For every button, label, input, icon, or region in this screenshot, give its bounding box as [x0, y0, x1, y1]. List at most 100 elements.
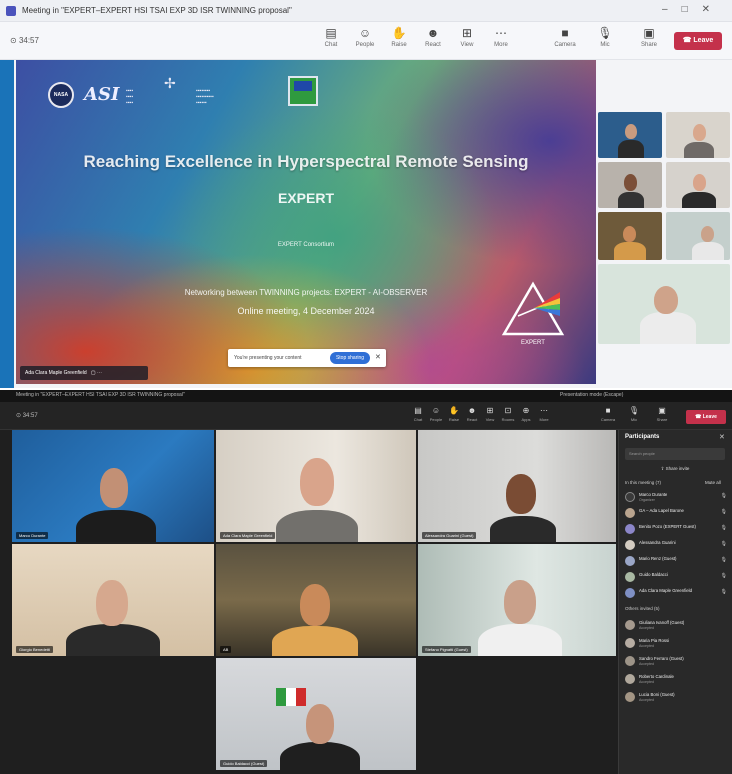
participant-row[interactable]: Marco Durante Organizer 🎙	[625, 490, 729, 504]
video-tile[interactable]: Marco Durante	[12, 430, 214, 542]
more-button[interactable]: ⋯ More	[536, 406, 552, 422]
chat-button[interactable]: ▤ Chat	[318, 26, 344, 48]
share-button[interactable]: ▣ Share	[636, 26, 662, 48]
view-icon: ⊞	[461, 26, 473, 40]
participant-thumbnail[interactable]	[598, 112, 662, 158]
expert-prism-logo: EXPERT	[501, 281, 565, 346]
video-tile[interactable]: Stefano Pignatti (Guest)	[418, 544, 616, 656]
more-icon: ⋯	[540, 406, 548, 415]
video-tile[interactable]: Guido Baldacci (Guest)	[216, 658, 416, 770]
stop-sharing-button[interactable]: Stop sharing	[330, 352, 370, 364]
leave-button[interactable]: ☎ Leave	[674, 32, 722, 50]
invited-row[interactable]: Sandro Ferraro (Guest) Accepted	[625, 654, 729, 668]
avatar	[625, 588, 635, 598]
invited-row[interactable]: Roberto Cardinale Accepted	[625, 672, 729, 686]
presenter-name-tag: Ada Clara Maple Greenfield ▢ ⋯	[20, 366, 148, 380]
people-icon: ☺	[358, 26, 372, 40]
react-button[interactable]: ☻ React	[464, 406, 480, 422]
close-icon[interactable]: ✕	[375, 353, 381, 361]
participant-thumbnail[interactable]	[598, 212, 662, 260]
invited-row[interactable]: Maria Pia Rossi Accepted	[625, 636, 729, 650]
participant-thumbnail[interactable]	[666, 212, 730, 260]
participant-thumbnail[interactable]	[598, 162, 662, 208]
apps-button[interactable]: ⊕ Apps	[518, 406, 534, 422]
participant-row[interactable]: Alessandra Guarini 🎙	[625, 538, 729, 552]
avatar	[625, 674, 635, 684]
participant-row[interactable]: Benito Pozo (EXPERT Guest) 🎙	[625, 522, 729, 536]
presentation-mode-hint: Presentation mode (Escape)	[560, 392, 624, 398]
participants-title: Participants	[625, 434, 660, 440]
presentation-window: Meeting in "EXPERT–EXPERT HSI TSAI EXP 3…	[0, 0, 732, 388]
invited-row[interactable]: Lucia Boni (Guest) Accepted	[625, 690, 729, 704]
share-button[interactable]: ▣ Share	[654, 406, 670, 422]
gallery-window: Meeting in "EXPERT–EXPERT HSI TSAI EXP 3…	[0, 390, 732, 774]
people-icon: ☺	[431, 406, 441, 415]
view-button[interactable]: ⊞ View	[482, 406, 498, 422]
apps-icon: ⊕	[522, 406, 530, 415]
tile-name-label: Alessandra Guarini (Guest)	[422, 532, 477, 539]
react-button[interactable]: ☻ React	[420, 26, 446, 48]
participants-panel: Participants ✕ Search people ⇪ Share inv…	[618, 430, 732, 774]
raise-hand-icon: ✋	[449, 406, 459, 415]
rooms-button[interactable]: ⊡ Rooms	[500, 406, 516, 422]
share-icon: ▣	[658, 406, 666, 415]
maximize-icon[interactable]: □	[682, 4, 702, 15]
camera-button[interactable]: ■ Camera	[552, 26, 578, 48]
slide-consortium: EXPERT Consortium	[277, 242, 335, 248]
leave-button[interactable]: ☎ Leave	[686, 410, 726, 424]
participant-row[interactable]: Mario Renz (Guest) 🎙	[625, 554, 729, 568]
mic-button[interactable]: 🎙 Mic	[592, 26, 618, 48]
slide-title: Reaching Excellence in Hyperspectral Rem…	[83, 152, 529, 171]
mute-all-button[interactable]: Mute all	[705, 480, 721, 485]
minimize-icon[interactable]: –	[662, 4, 682, 15]
window-controls[interactable]: –□✕	[662, 4, 724, 15]
dlr-logo-mark: ✢	[164, 75, 176, 91]
chat-icon: ▤	[325, 26, 337, 40]
view-button[interactable]: ⊞ View	[454, 26, 480, 48]
bottom-title-bar: Meeting in "EXPERT–EXPERT HSI TSAI EXP 3…	[0, 390, 732, 402]
tile-name-label: Giorgio Benedetti	[16, 646, 53, 653]
more-button[interactable]: ⋯ More	[488, 26, 514, 48]
video-tile[interactable]: Ada Clara Maple Greenfield	[216, 430, 416, 542]
chat-button[interactable]: ▤ Chat	[410, 406, 426, 422]
participant-thumbnail[interactable]	[666, 162, 730, 208]
people-button[interactable]: ☺ People	[352, 26, 378, 48]
meeting-timer: ⊙ 34:57	[16, 413, 38, 419]
video-tile[interactable]: Alessandra Guarini (Guest)	[418, 430, 616, 542]
invited-row[interactable]: Giuliana Ivanoff (Guest) Accepted	[625, 618, 729, 632]
video-tile[interactable]: AB	[216, 544, 416, 656]
mic-icon: 🎙	[597, 26, 613, 40]
avatar	[625, 572, 635, 582]
tile-name-label: Guido Baldacci (Guest)	[220, 760, 268, 767]
close-icon[interactable]: ✕	[719, 433, 725, 441]
avatar	[625, 556, 635, 566]
participant-thumbnail[interactable]	[598, 264, 730, 344]
eu-flag-logo	[288, 76, 318, 106]
people-search-input[interactable]: Search people	[625, 448, 725, 460]
others-invited-section-header[interactable]: Others invited (5)	[625, 606, 660, 611]
in-meeting-section-header[interactable]: In this meeting (7)	[625, 480, 661, 485]
share-invite-button[interactable]: ⇪ Share invite	[625, 464, 725, 474]
people-button[interactable]: ☺ People	[428, 406, 444, 422]
video-tile[interactable]: Giorgio Benedetti	[12, 544, 214, 656]
raise-hand-button[interactable]: ✋ Raise	[386, 26, 412, 48]
slide-subtitle: EXPERT	[277, 190, 334, 206]
nasa-logo: NASA	[48, 82, 74, 108]
avatar	[625, 524, 635, 534]
participant-row[interactable]: Ada Clara Maple Greenfield 🎙	[625, 586, 729, 600]
tile-name-label: Marco Durante	[16, 532, 49, 539]
mic-icon: 🎙	[720, 509, 727, 515]
mic-button[interactable]: 🎙 Mic	[626, 406, 642, 422]
mic-icon: 🎙	[720, 589, 727, 595]
close-icon[interactable]: ✕	[702, 4, 724, 15]
tile-name-label: Ada Clara Maple Greenfield	[220, 532, 276, 539]
asi-logo-caption: ▪▪▪▪ ▪▪▪▪ ▪▪▪▪	[126, 88, 134, 106]
participant-row[interactable]: GA – Ada Lapel Barone 🎙	[625, 506, 729, 520]
raise-hand-button[interactable]: ✋ Raise	[446, 406, 462, 422]
avatar	[625, 638, 635, 648]
camera-button[interactable]: ■ Camera	[600, 406, 616, 422]
top-window-title: Meeting in "EXPERT–EXPERT HSI TSAI EXP 3…	[22, 6, 292, 15]
participant-thumbnail[interactable]	[666, 112, 730, 158]
participant-row[interactable]: Guido Baldacci 🎙	[625, 570, 729, 584]
mic-icon: 🎙	[720, 573, 727, 579]
